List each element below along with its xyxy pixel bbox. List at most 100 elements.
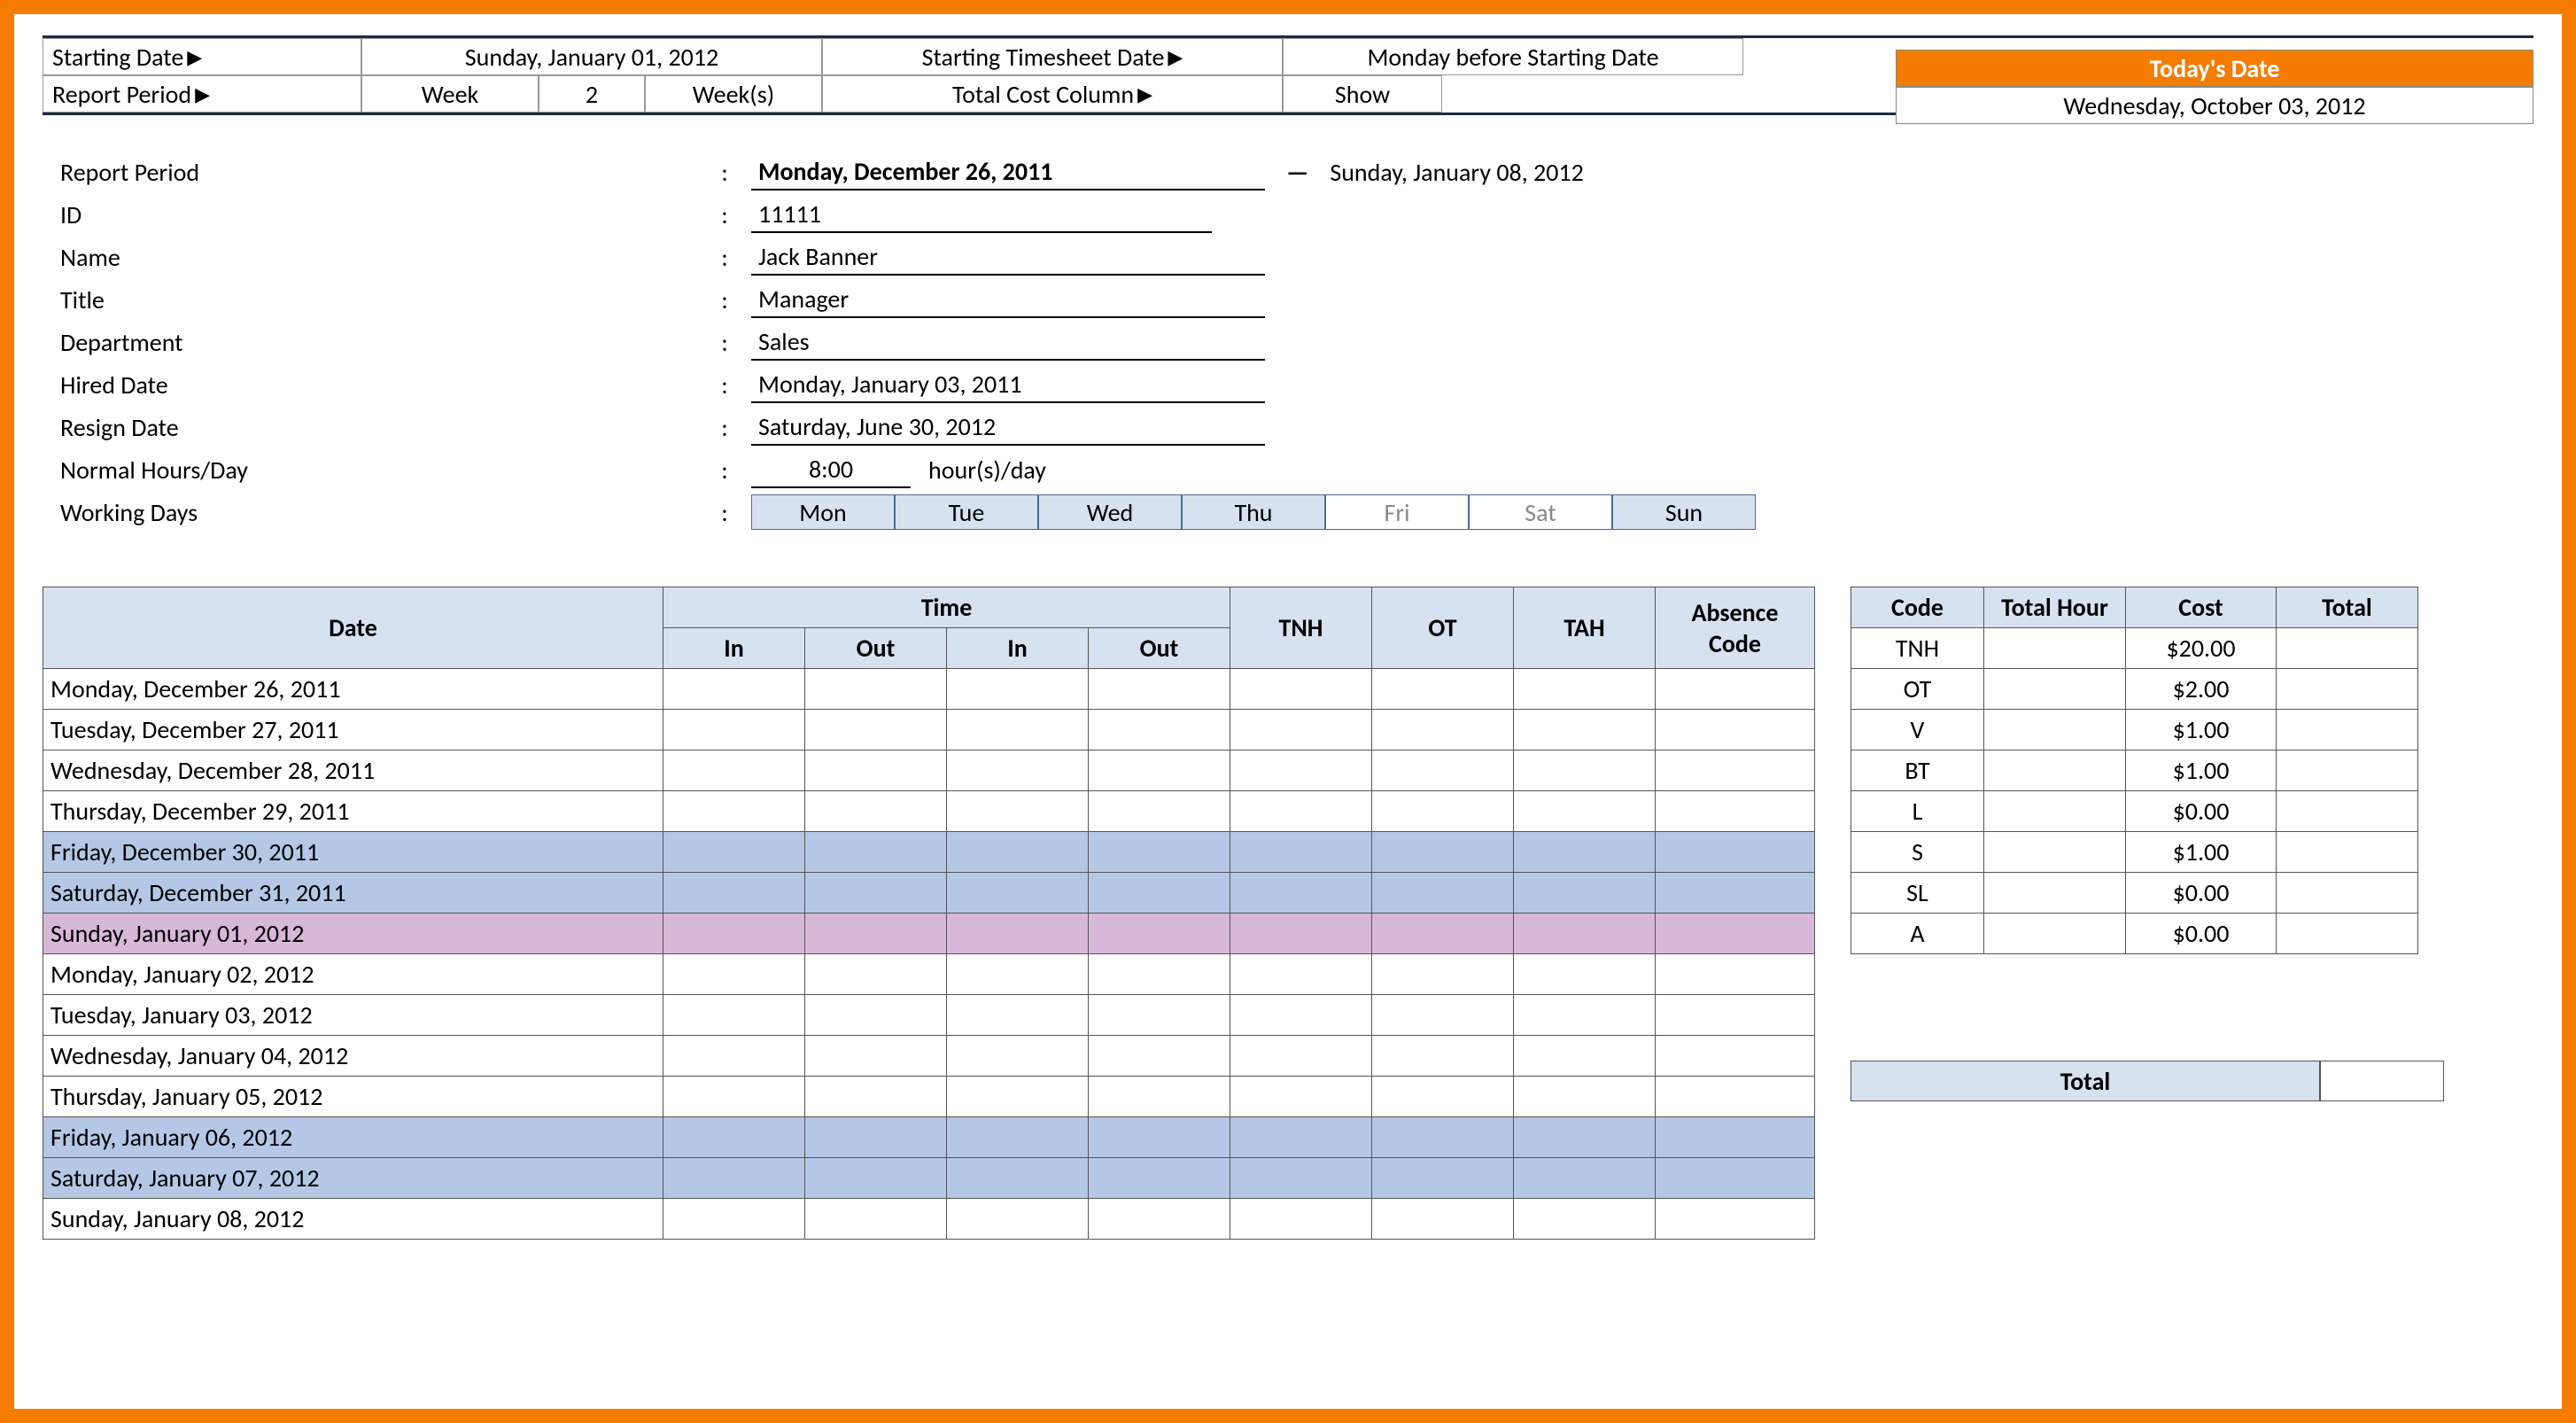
time-cell[interactable]	[805, 832, 947, 873]
time-cell[interactable]	[1089, 750, 1230, 791]
time-cell[interactable]	[1372, 1036, 1514, 1077]
time-cell[interactable]	[1372, 750, 1514, 791]
time-cell[interactable]	[947, 1117, 1089, 1158]
day-mon[interactable]: Mon	[751, 494, 895, 530]
time-cell[interactable]	[1372, 1158, 1514, 1199]
time-cell[interactable]	[1230, 1199, 1372, 1240]
time-cell[interactable]	[663, 710, 805, 750]
time-cell[interactable]	[1089, 1117, 1230, 1158]
time-cell[interactable]	[1089, 995, 1230, 1036]
time-cell[interactable]	[1372, 1199, 1514, 1240]
time-cell[interactable]	[1656, 832, 1815, 873]
time-cell[interactable]	[1656, 1117, 1815, 1158]
time-cell[interactable]	[1514, 1077, 1656, 1117]
time-cell[interactable]	[1656, 750, 1815, 791]
time-cell[interactable]	[1089, 1199, 1230, 1240]
dept-value[interactable]: Sales	[751, 324, 1265, 361]
time-cell[interactable]	[663, 669, 805, 710]
time-cell[interactable]	[663, 1199, 805, 1240]
report-period-value[interactable]: 2	[539, 75, 645, 113]
time-cell[interactable]	[1514, 1199, 1656, 1240]
time-cell[interactable]	[663, 1158, 805, 1199]
time-cell[interactable]	[947, 873, 1089, 914]
time-cell[interactable]	[805, 873, 947, 914]
time-cell[interactable]	[805, 1117, 947, 1158]
time-cell[interactable]	[1656, 1158, 1815, 1199]
time-cell[interactable]	[1372, 914, 1514, 954]
hired-value[interactable]: Monday, January 03, 2011	[751, 367, 1265, 403]
time-cell[interactable]	[1230, 1158, 1372, 1199]
time-cell[interactable]	[1514, 710, 1656, 750]
starting-date-value[interactable]: Sunday, January 01, 2012	[361, 38, 822, 75]
time-cell[interactable]	[663, 1036, 805, 1077]
time-cell[interactable]	[1514, 873, 1656, 914]
time-cell[interactable]	[947, 1077, 1089, 1117]
time-cell[interactable]	[805, 1077, 947, 1117]
time-cell[interactable]	[1230, 1036, 1372, 1077]
time-cell[interactable]	[805, 750, 947, 791]
time-cell[interactable]	[947, 832, 1089, 873]
time-cell[interactable]	[1372, 669, 1514, 710]
time-cell[interactable]	[1230, 832, 1372, 873]
time-cell[interactable]	[1656, 873, 1815, 914]
time-cell[interactable]	[1089, 1036, 1230, 1077]
time-cell[interactable]	[1372, 873, 1514, 914]
time-cell[interactable]	[1089, 791, 1230, 832]
time-cell[interactable]	[947, 669, 1089, 710]
time-cell[interactable]	[947, 1199, 1089, 1240]
time-cell[interactable]	[1230, 1077, 1372, 1117]
time-cell[interactable]	[1514, 791, 1656, 832]
time-cell[interactable]	[805, 791, 947, 832]
time-cell[interactable]	[1656, 1077, 1815, 1117]
time-cell[interactable]	[663, 914, 805, 954]
time-cell[interactable]	[805, 914, 947, 954]
name-value[interactable]: Jack Banner	[751, 239, 1265, 276]
time-cell[interactable]	[663, 750, 805, 791]
day-sun[interactable]: Sun	[1612, 494, 1756, 530]
title-value[interactable]: Manager	[751, 282, 1265, 318]
time-cell[interactable]	[1514, 669, 1656, 710]
time-cell[interactable]	[805, 669, 947, 710]
time-cell[interactable]	[1514, 750, 1656, 791]
day-fri[interactable]: Fri	[1325, 494, 1469, 530]
time-cell[interactable]	[663, 1077, 805, 1117]
time-cell[interactable]	[805, 995, 947, 1036]
time-cell[interactable]	[1230, 791, 1372, 832]
time-cell[interactable]	[947, 995, 1089, 1036]
time-cell[interactable]	[947, 1158, 1089, 1199]
time-cell[interactable]	[1089, 914, 1230, 954]
time-cell[interactable]	[1230, 954, 1372, 995]
time-cell[interactable]	[1514, 995, 1656, 1036]
time-cell[interactable]	[1089, 710, 1230, 750]
time-cell[interactable]	[1656, 914, 1815, 954]
day-thu[interactable]: Thu	[1182, 494, 1325, 530]
time-cell[interactable]	[947, 710, 1089, 750]
time-cell[interactable]	[1372, 995, 1514, 1036]
time-cell[interactable]	[1230, 914, 1372, 954]
time-cell[interactable]	[947, 954, 1089, 995]
time-cell[interactable]	[1514, 1158, 1656, 1199]
time-cell[interactable]	[1656, 1036, 1815, 1077]
time-cell[interactable]	[1656, 995, 1815, 1036]
time-cell[interactable]	[1656, 669, 1815, 710]
day-tue[interactable]: Tue	[895, 494, 1038, 530]
time-cell[interactable]	[1372, 954, 1514, 995]
time-cell[interactable]	[1372, 1117, 1514, 1158]
time-cell[interactable]	[1656, 791, 1815, 832]
time-cell[interactable]	[1372, 832, 1514, 873]
time-cell[interactable]	[1372, 791, 1514, 832]
time-cell[interactable]	[947, 1036, 1089, 1077]
timesheet-date-value[interactable]: Monday before Starting Date	[1283, 38, 1743, 75]
time-cell[interactable]	[947, 791, 1089, 832]
id-value[interactable]: 11111	[751, 197, 1212, 233]
time-cell[interactable]	[663, 832, 805, 873]
time-cell[interactable]	[663, 954, 805, 995]
time-cell[interactable]	[1514, 914, 1656, 954]
time-cell[interactable]	[1372, 1077, 1514, 1117]
time-cell[interactable]	[805, 1036, 947, 1077]
time-cell[interactable]	[805, 1158, 947, 1199]
time-cell[interactable]	[1656, 954, 1815, 995]
time-cell[interactable]	[1089, 873, 1230, 914]
time-cell[interactable]	[805, 1199, 947, 1240]
normal-value[interactable]: 8:00	[751, 452, 911, 488]
